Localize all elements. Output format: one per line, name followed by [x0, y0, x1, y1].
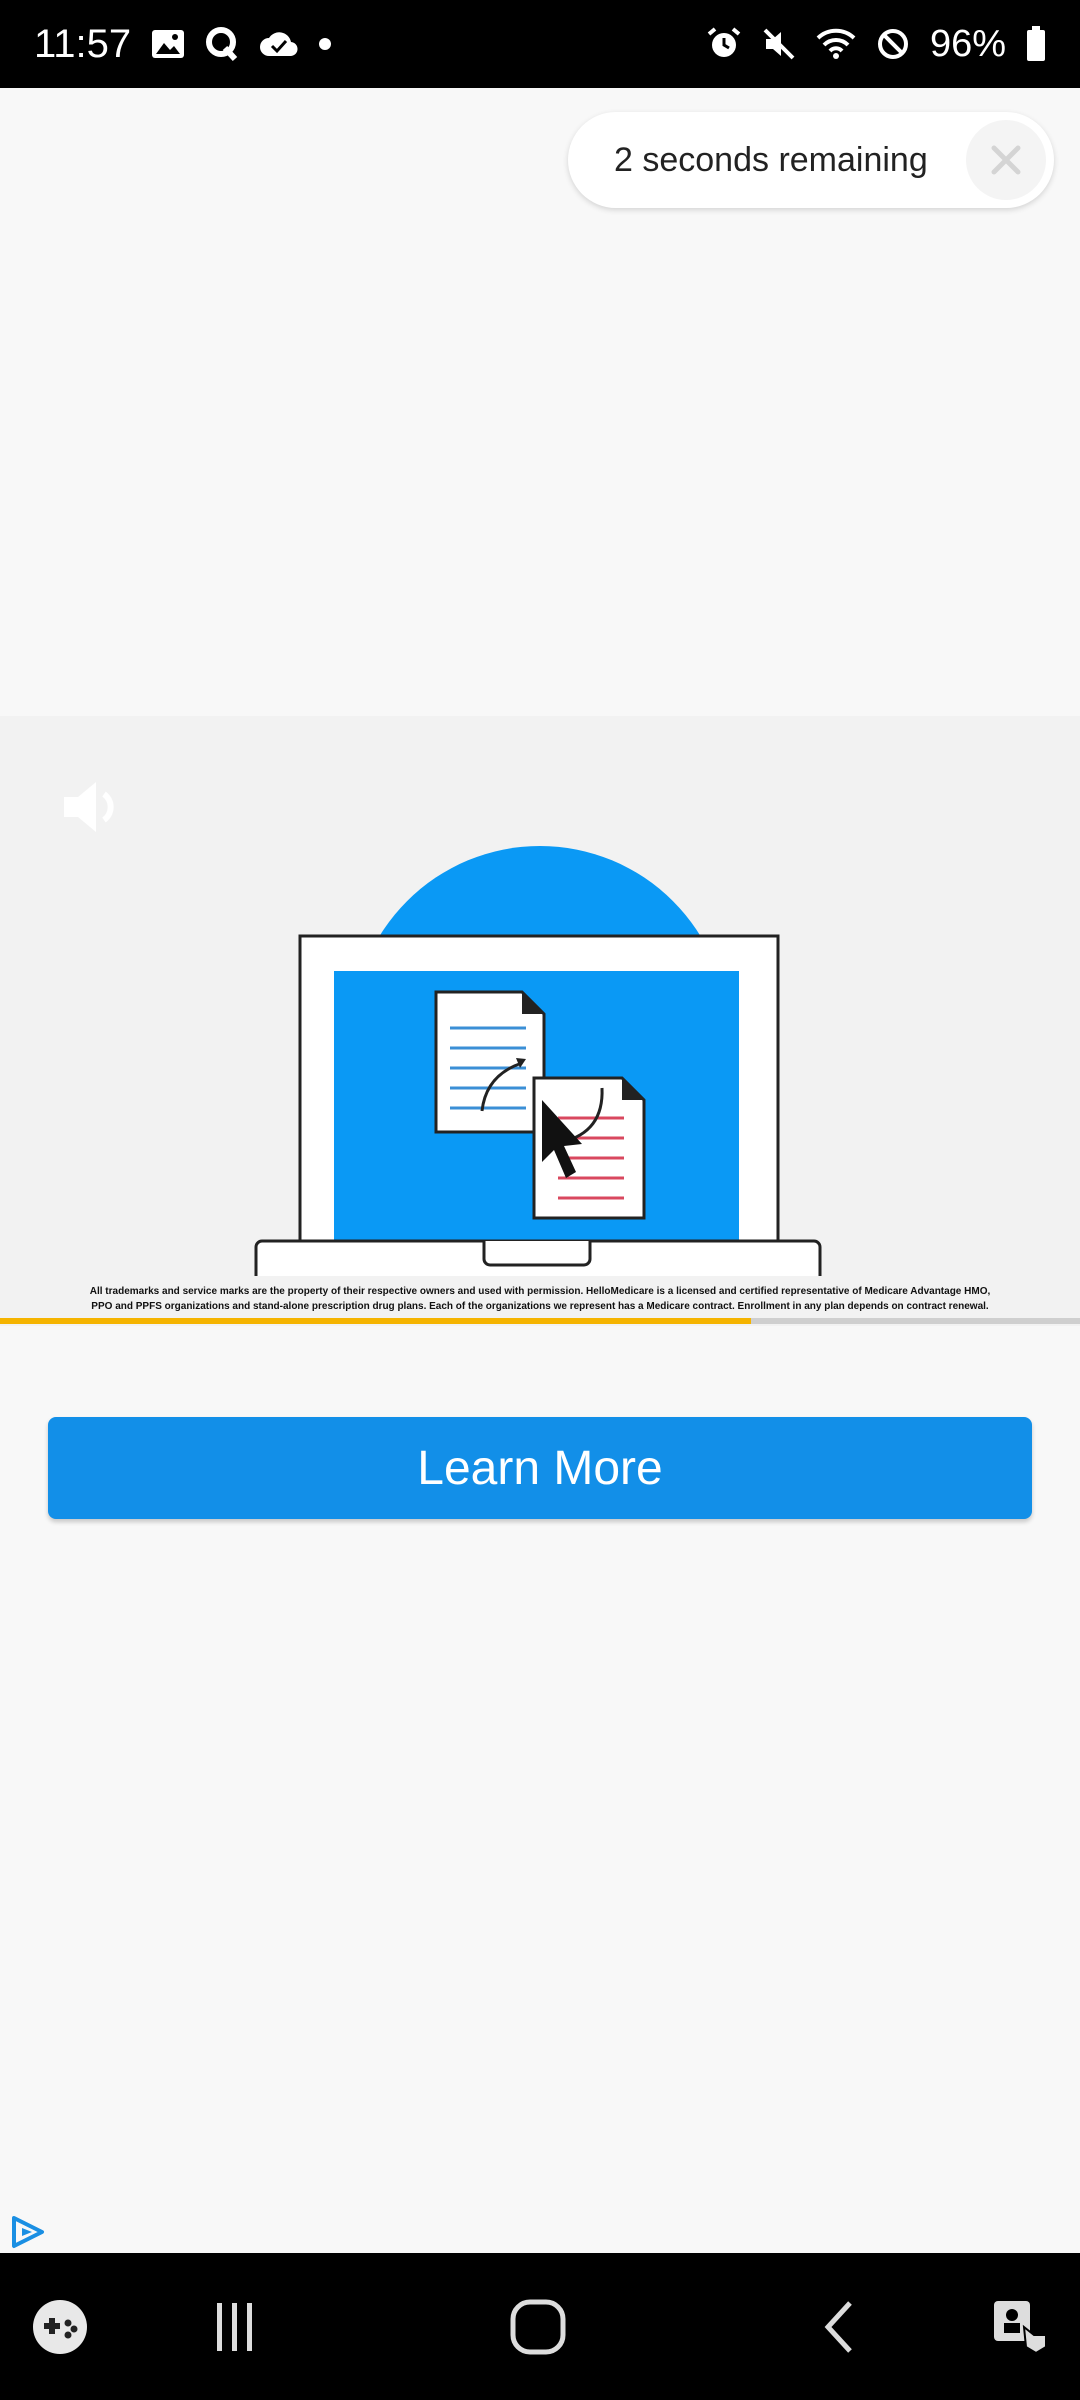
close-button[interactable] — [966, 120, 1046, 200]
back-icon — [824, 2300, 852, 2353]
cloud-check-icon — [259, 30, 299, 58]
speaker-icon — [64, 782, 114, 832]
close-icon — [991, 145, 1021, 175]
recents-icon — [217, 2302, 252, 2351]
accessibility-icon — [994, 2300, 1047, 2354]
battery-icon — [1026, 26, 1046, 62]
disclaimer-line-2: PPO and PPFS organizations and stand-alo… — [91, 1301, 989, 1312]
ad-timer-pill: 2 seconds remaining — [568, 112, 1054, 208]
status-time: 11:57 — [34, 21, 132, 66]
ad-video[interactable]: All trademarks and service marks are the… — [0, 716, 1080, 1326]
ad-timer-text: 2 seconds remaining — [614, 140, 928, 179]
ad-network-logo[interactable] — [8, 2212, 48, 2257]
navigation-bar — [0, 2253, 1080, 2400]
image-icon — [151, 29, 185, 59]
accessibility-button[interactable] — [980, 2253, 1060, 2400]
status-bar-left: 11:57 — [34, 21, 332, 67]
dot-icon — [319, 38, 332, 50]
video-progress-fill — [0, 1318, 751, 1324]
alarm-icon — [706, 26, 742, 62]
battery-percent: 96% — [929, 22, 1006, 65]
game-launcher-icon — [33, 2299, 87, 2354]
mute-icon — [762, 27, 796, 61]
ad-play-icon — [12, 2216, 44, 2248]
q-app-icon — [205, 26, 239, 62]
do-not-disturb-icon — [876, 27, 910, 61]
ad-disclaimer: All trademarks and service marks are the… — [40, 1284, 1040, 1314]
home-button[interactable] — [498, 2253, 578, 2400]
back-button[interactable] — [800, 2253, 880, 2400]
status-bar: 11:57 96% — [0, 0, 1080, 88]
speaker-button[interactable] — [56, 772, 126, 847]
game-launcher-button[interactable] — [20, 2253, 100, 2400]
wifi-icon — [816, 28, 856, 60]
recents-button[interactable] — [195, 2253, 275, 2400]
home-icon — [510, 2299, 566, 2354]
video-progress-bar — [0, 1318, 1080, 1324]
learn-more-button[interactable]: Learn More — [48, 1417, 1032, 1519]
status-bar-right: 96% — [706, 23, 1046, 66]
disclaimer-line-1: All trademarks and service marks are the… — [89, 1286, 991, 1297]
laptop-illustration — [254, 846, 822, 1276]
